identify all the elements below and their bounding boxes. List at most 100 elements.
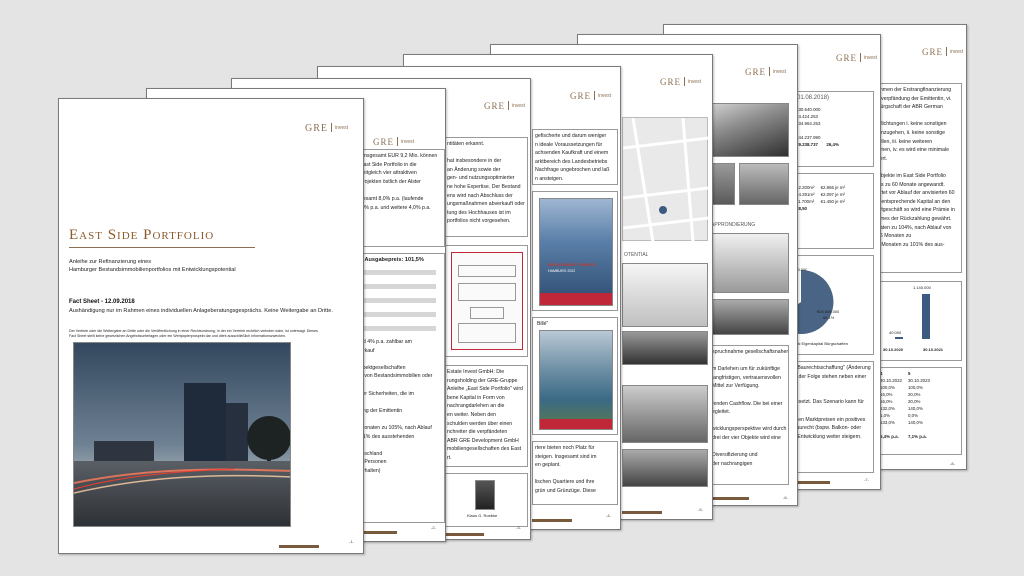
table-row: 16,0% 20,0% xyxy=(877,391,933,398)
text-line: Objekte im East Side Portfolio xyxy=(877,172,946,179)
text-line: projekten östlich der Alster xyxy=(360,178,421,185)
text-line: n ansteigen. xyxy=(535,175,564,182)
gre-logo: GRE invest xyxy=(305,123,349,134)
table-row-shade xyxy=(360,312,436,317)
table-cell: 30.10.2023 xyxy=(907,378,930,383)
text-line: fenden Cashflow. Die bei einer xyxy=(712,400,783,407)
text-line: gesetzt. Das Szenario kann für xyxy=(793,399,864,406)
text-line: steigen. Insgesamt sind im xyxy=(535,453,597,460)
building-photo-tree xyxy=(709,103,789,157)
location-map xyxy=(622,117,710,243)
text-line: erhalten) xyxy=(360,467,381,474)
text-line: hat insbesondere in der xyxy=(447,158,502,165)
text-line: 8 Monaten zu 101% des aus- xyxy=(877,241,945,248)
page-7-table: €30.540.000 €4.424.253 €34.964.253 €44.237.… xyxy=(793,106,842,148)
text-line xyxy=(793,407,873,416)
table-cell: 16,0% xyxy=(880,392,893,397)
gre-logo: GRE invest xyxy=(660,77,702,87)
text-line xyxy=(793,390,873,399)
text-line: pflichtungen i. keine sonstigen xyxy=(877,121,947,128)
page-3-text: ntitäten erkannt. hat insbesondere in de… xyxy=(447,140,527,226)
table-cell: 100,0% xyxy=(907,385,923,390)
brochure-image: BRÜCKENBÜRO TRIEBSTR. HAMBURG 2022 xyxy=(539,198,613,306)
text-line: ne hohe Expertise. Der Bestand xyxy=(447,183,521,190)
text-line xyxy=(793,381,873,390)
table-row: 11.700m² €1.450 je m² xyxy=(793,198,848,205)
aerial-label: Billé" xyxy=(537,321,549,327)
table-row: €8,50 xyxy=(793,205,848,212)
table-row: €34.964.253 xyxy=(793,120,842,127)
text-line: Mittel zur Verfügung. xyxy=(712,383,760,390)
table-row: 16,0% 20,0% xyxy=(877,398,933,405)
gre-logo: GRE invest xyxy=(484,101,526,111)
text-line xyxy=(712,357,788,366)
date-label-2: 30.10.2021 xyxy=(923,347,944,352)
table-cell: 1,0% xyxy=(880,413,891,418)
text-line xyxy=(360,398,444,407)
page-2-text: t insgesamt EUR 9,2 Mio. können East Side… xyxy=(360,152,444,212)
disclaimer-line-1: Der Vertrieb oder die Weitergabe an Drit… xyxy=(69,329,318,333)
table-cell: 140,0% xyxy=(907,420,923,425)
text-line: ller Sicherheiten, die im xyxy=(360,390,414,397)
text-line: langfristigen, vertrauensvollen xyxy=(712,374,781,381)
person-photo xyxy=(475,480,495,510)
table-row-shade xyxy=(360,270,436,275)
text-line: bene Kapital in Form von xyxy=(447,394,505,401)
text-line: Nachfrage ungebrochen und laß xyxy=(535,167,610,174)
text-line: m Darlehen um für zukünftige xyxy=(712,366,781,373)
text-line xyxy=(712,417,788,426)
text-line: rt. xyxy=(447,454,452,461)
page-2-text-2: nd 4% p.a. zahlbar am erkauf spektgesells… xyxy=(360,338,444,476)
table-row-shade xyxy=(360,298,436,303)
table-row: €30.540.000 xyxy=(793,106,842,113)
table-cell: 20,0% xyxy=(907,399,921,404)
text-line: utschland xyxy=(360,450,383,457)
text-line: zeitgleich vier attraktiven xyxy=(360,170,417,177)
text-line: ung der Emittentin xyxy=(360,407,403,414)
text-line: ellen Marktpreisen ein positives xyxy=(793,416,866,423)
text-line: achsenden Kaufkraft und einem xyxy=(535,150,609,157)
text-line: bis zu 60 Monate angewandt. xyxy=(877,181,945,188)
aerial-box: Billé" xyxy=(532,317,618,435)
text-line xyxy=(712,391,788,400)
text-line: e Baurechtsschaffung" (Änderung xyxy=(793,365,871,371)
table-cell xyxy=(818,205,848,212)
text-line: arktbereich des Landesbetriebs xyxy=(535,158,608,165)
text-line: East Side Portfolio in die xyxy=(360,161,417,168)
title-underline xyxy=(69,247,255,248)
gre-logo: GRE invest xyxy=(570,91,612,101)
rendering-building xyxy=(709,233,789,293)
page-number: -6- xyxy=(783,495,788,500)
page-number: -2- xyxy=(431,525,436,530)
document-title: East Side Portfolio xyxy=(69,227,215,243)
text-line: n entsprechende Kapital an den xyxy=(877,198,951,205)
text-line: hmen, iv. es wird eine minimale xyxy=(877,147,949,154)
cover-page: GRE invest East Side Portfolio Anleihe zu… xyxy=(58,98,364,554)
diagram-node-3 xyxy=(470,307,504,319)
text-line: 36 Monaten zu xyxy=(877,233,912,240)
text-line: an Änderung sowie der xyxy=(447,166,501,173)
text-line: rtere bieten noch Platz für xyxy=(535,445,595,451)
structure-diagram-box xyxy=(444,245,528,357)
text-line: in der Folge stehen neben einer xyxy=(793,373,867,380)
document-collage: GRE invest ahmen der Erstrangfinanzierung… xyxy=(0,0,1024,576)
gre-logo: GRE invest xyxy=(373,137,415,147)
page-number: -8- xyxy=(950,461,955,466)
table-row: €4.424.253 xyxy=(793,113,842,120)
text-line: nchreiter die verpfändeten xyxy=(447,429,508,436)
aerial-image xyxy=(539,330,613,430)
page-4-text: gefischerte und darum weniger n ideale Vo… xyxy=(535,132,617,184)
disclaimer-line-2: Fact Sheet stellt keine gesetzlichen Ang… xyxy=(69,334,286,338)
page-7-pie-box: 293.000 €25.605.000 68,1% nital Eigenkap… xyxy=(790,255,874,355)
table-row: 12.200m² €2.866 je m² xyxy=(793,184,848,191)
footer-bar xyxy=(622,511,662,514)
text-line: nachrangdarlehen an die xyxy=(447,403,505,410)
text-line: Bürgschaft der ABR German xyxy=(877,104,943,111)
page-4-text-2: rtere bieten noch Platz für steigen. Insg… xyxy=(535,444,617,496)
table-cell xyxy=(823,134,841,141)
text-line: schulden werden über einen xyxy=(447,420,513,427)
structure-diagram xyxy=(451,252,523,350)
page-4-text-box: gefischerte und darum weniger n ideale Vo… xyxy=(532,129,618,185)
footer-bar xyxy=(279,545,319,548)
text-line: ens wird nach Abschluss der xyxy=(447,192,513,199)
